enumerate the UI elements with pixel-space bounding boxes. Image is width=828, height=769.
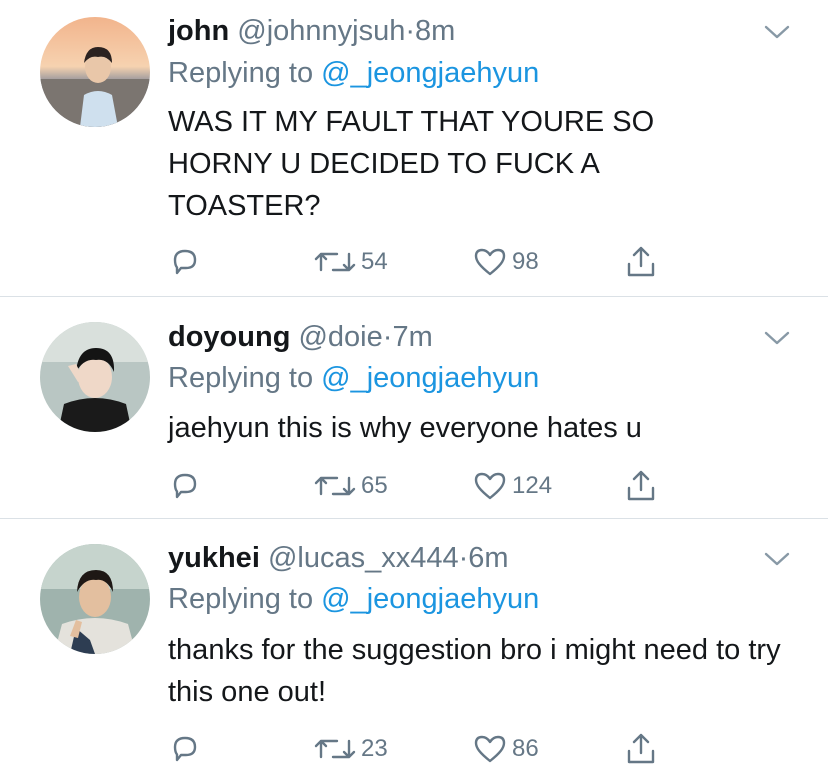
tweet[interactable]: doyoung @doie·7m Replying to @_jeongjaeh… bbox=[0, 297, 828, 518]
chevron-down-icon[interactable] bbox=[762, 549, 792, 569]
share-button[interactable] bbox=[624, 242, 658, 282]
replying-to: Replying to @_jeongjaehyun bbox=[168, 360, 539, 396]
like-count: 86 bbox=[512, 735, 539, 762]
mention-link[interactable]: @_jeongjaehyun bbox=[321, 362, 539, 394]
reply-icon bbox=[173, 736, 197, 762]
retweet-icon bbox=[314, 739, 356, 759]
retweet-button[interactable]: 65 bbox=[313, 466, 388, 506]
display-name[interactable]: doyoung bbox=[168, 321, 290, 353]
heart-icon bbox=[474, 248, 506, 276]
replying-to-label: Replying to bbox=[168, 362, 314, 394]
share-button[interactable] bbox=[624, 729, 658, 769]
reply-button[interactable] bbox=[167, 729, 203, 769]
separator: · bbox=[458, 542, 469, 574]
display-name[interactable]: john bbox=[168, 15, 229, 47]
like-button[interactable]: 124 bbox=[472, 466, 552, 506]
tweet-text: jaehyun this is why everyone hates u bbox=[168, 412, 642, 444]
chevron-down-icon[interactable] bbox=[762, 22, 792, 42]
tweet-text: thanks for the suggestion bro i might ne… bbox=[168, 634, 781, 708]
share-icon bbox=[627, 470, 655, 501]
like-button[interactable]: 86 bbox=[472, 729, 539, 769]
replying-to-label: Replying to bbox=[168, 57, 314, 89]
share-icon bbox=[627, 733, 655, 764]
replying-to: Replying to @_jeongjaehyun bbox=[168, 581, 539, 617]
reply-button[interactable] bbox=[167, 466, 203, 506]
tweet[interactable]: yukhei @lucas_xx444·6m Replying to @_jeo… bbox=[0, 519, 828, 769]
timestamp[interactable]: 7m bbox=[392, 321, 432, 353]
share-icon bbox=[627, 246, 655, 277]
reply-icon bbox=[173, 473, 197, 499]
replying-to-label: Replying to bbox=[168, 583, 314, 615]
tweet-header: yukhei @lucas_xx444·6m bbox=[168, 540, 509, 576]
retweet-icon bbox=[314, 252, 356, 272]
separator: · bbox=[382, 321, 393, 353]
tweet[interactable]: john @johnnyjsuh·8m Replying to @_jeongj… bbox=[0, 0, 828, 296]
avatar[interactable] bbox=[40, 322, 150, 432]
tweet-header: john @johnnyjsuh·8m bbox=[168, 13, 455, 49]
chevron-down-icon[interactable] bbox=[762, 328, 792, 348]
tweet-text: WAS IT MY FAULT THAT YOURE SO HORNY U DE… bbox=[168, 106, 655, 222]
user-handle[interactable]: @doie bbox=[298, 321, 382, 353]
reply-icon bbox=[173, 249, 197, 275]
separator: · bbox=[405, 15, 416, 47]
retweet-count: 65 bbox=[361, 472, 388, 499]
retweet-icon bbox=[314, 476, 356, 496]
user-handle[interactable]: @johnnyjsuh bbox=[237, 15, 405, 47]
like-button[interactable]: 98 bbox=[472, 242, 539, 282]
like-count: 124 bbox=[512, 472, 553, 499]
share-button[interactable] bbox=[624, 466, 658, 506]
display-name[interactable]: yukhei bbox=[168, 542, 260, 574]
tweet-header: doyoung @doie·7m bbox=[168, 319, 433, 355]
timestamp[interactable]: 8m bbox=[415, 15, 455, 47]
retweet-button[interactable]: 23 bbox=[313, 729, 388, 769]
retweet-button[interactable]: 54 bbox=[313, 242, 388, 282]
mention-link[interactable]: @_jeongjaehyun bbox=[321, 57, 539, 89]
mention-link[interactable]: @_jeongjaehyun bbox=[321, 583, 539, 615]
reply-button[interactable] bbox=[167, 242, 203, 282]
replying-to: Replying to @_jeongjaehyun bbox=[168, 55, 539, 91]
avatar[interactable] bbox=[40, 17, 150, 127]
retweet-count: 23 bbox=[361, 735, 388, 762]
user-handle[interactable]: @lucas_xx444 bbox=[268, 542, 459, 574]
heart-icon bbox=[474, 472, 506, 500]
retweet-count: 54 bbox=[361, 248, 388, 275]
timestamp[interactable]: 6m bbox=[468, 542, 508, 574]
like-count: 98 bbox=[512, 248, 539, 275]
heart-icon bbox=[474, 735, 506, 763]
avatar[interactable] bbox=[40, 544, 150, 654]
